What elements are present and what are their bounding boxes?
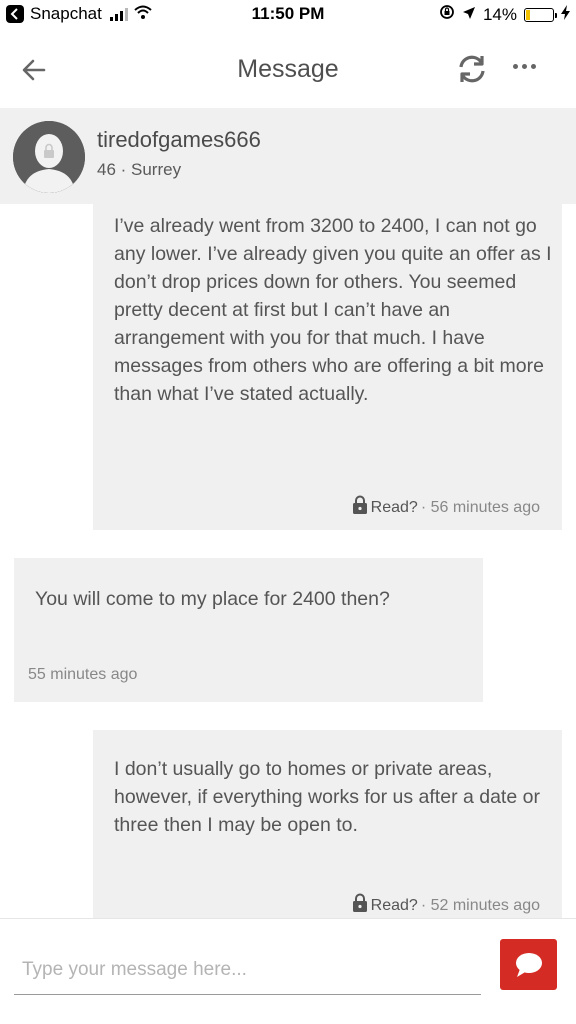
battery-icon [524,7,557,22]
battery-percent: 14% [482,4,517,24]
profile-username[interactable]: tiredofgames666 [97,127,261,153]
default-avatar-icon [13,121,85,193]
nav-bar: Message [0,30,576,108]
location-arrow-icon [462,5,476,25]
more-icon[interactable] [513,64,536,69]
status-bar: Snapchat 11:50 PM 14% [0,0,576,30]
message-bubble-outgoing: I’ve already went from 3200 to 2400, I c… [93,204,562,530]
message-meta: Read? · 52 minutes ago [352,893,540,918]
profile-age-location: 46 · Surrey [97,160,182,179]
chat-bubble-icon [515,952,542,977]
profile-header[interactable]: tiredofgames666 46 · Surrey [0,108,576,204]
message-timestamp: · 52 minutes ago [420,896,540,914]
refresh-icon[interactable] [455,52,489,86]
lock-icon [352,893,368,918]
message-composer [0,918,576,1024]
orientation-lock-icon [439,4,455,25]
message-text: You will come to my place for 2400 then? [35,588,390,610]
message-bubble-outgoing: I don’t usually go to homes or private a… [93,730,562,918]
page-title: Message [237,54,339,83]
message-timestamp: · 56 minutes ago [420,498,540,516]
read-receipt-link[interactable]: Read? [371,897,418,915]
message-input[interactable] [14,945,481,995]
back-arrow-icon[interactable] [20,56,48,84]
message-meta: Read? · 56 minutes ago [352,495,540,520]
charging-bolt-icon [561,4,570,25]
read-receipt-link[interactable]: Read? [371,499,418,517]
message-text: I’ve already went from 3200 to 2400, I c… [114,215,552,405]
send-button[interactable] [500,939,557,990]
message-text: I don’t usually go to homes or private a… [114,758,540,836]
status-right: 14% [439,4,570,25]
lock-icon [352,495,368,520]
avatar[interactable] [13,121,85,193]
message-bubble-incoming: You will come to my place for 2400 then?… [14,558,483,702]
message-meta: 55 minutes ago [28,666,137,684]
message-timestamp: 55 minutes ago [28,666,138,683]
